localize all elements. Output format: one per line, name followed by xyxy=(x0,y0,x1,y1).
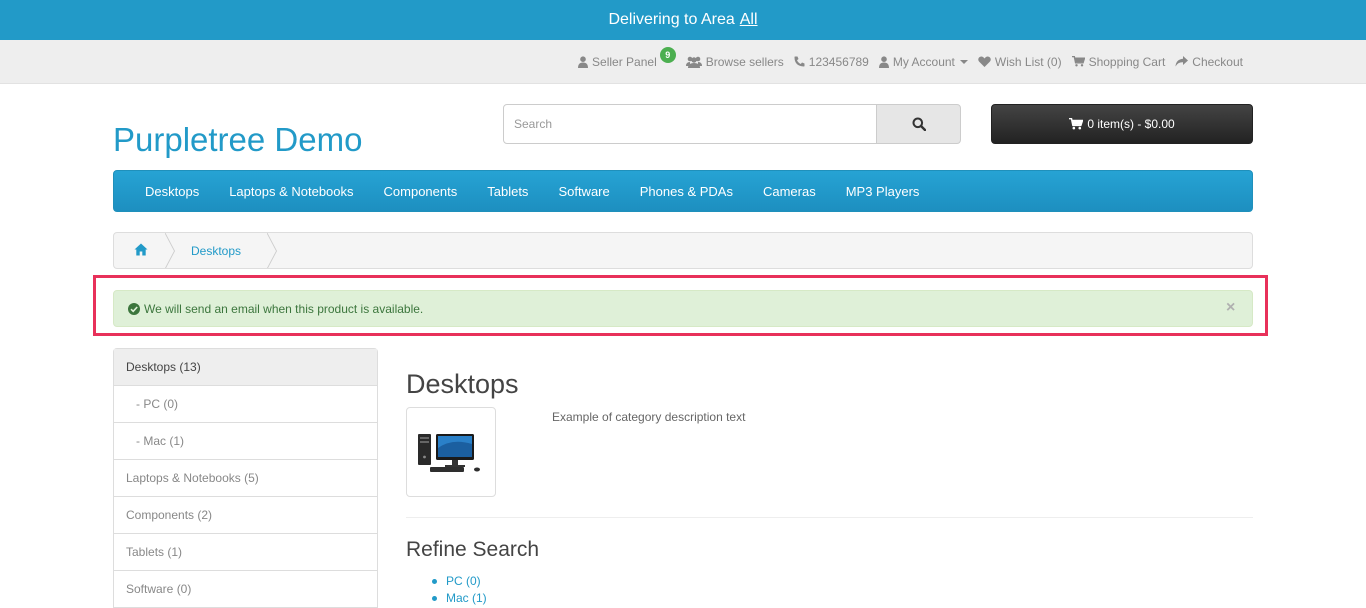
main-menu: Desktops Laptops & Notebooks Components … xyxy=(113,170,1253,212)
menu-item-phones-pdas[interactable]: Phones & PDAs xyxy=(625,184,748,199)
sidebar-item-tablets[interactable]: Tablets (1) xyxy=(114,534,377,571)
category-sidebar: Desktops (13) - PC (0) - Mac (1) Laptops… xyxy=(113,348,378,608)
menu-item-laptops-notebooks[interactable]: Laptops & Notebooks xyxy=(214,184,368,199)
menu-item-tablets[interactable]: Tablets xyxy=(472,184,543,199)
user-icon xyxy=(878,55,889,68)
highlight-box xyxy=(93,275,1268,336)
browse-sellers-label: Browse sellers xyxy=(705,54,784,69)
menu-item-mp3-players[interactable]: MP3 Players xyxy=(831,184,935,199)
seller-panel-badge: 9 xyxy=(659,46,676,63)
heart-icon xyxy=(978,56,991,67)
wish-list-label: Wish List (0) xyxy=(994,54,1062,69)
checkout-link[interactable]: Checkout xyxy=(1175,55,1243,69)
category-thumbnail xyxy=(406,407,496,497)
cart-total-label: 0 item(s) - $0.00 xyxy=(1087,117,1175,131)
menu-item-cameras[interactable]: Cameras xyxy=(748,184,831,199)
refine-search-list: PC (0) Mac (1) xyxy=(430,573,487,607)
phone-link[interactable]: 123456789 xyxy=(794,55,869,69)
sidebar-item-desktops[interactable]: Desktops (13) xyxy=(114,349,377,386)
menu-item-components[interactable]: Components xyxy=(369,184,473,199)
breadcrumb-desktops[interactable]: Desktops xyxy=(191,244,241,258)
cart-icon xyxy=(1071,56,1085,67)
phone-number: 123456789 xyxy=(808,54,869,69)
breadcrumb: Desktops xyxy=(113,232,1253,269)
seller-panel-link[interactable]: Seller Panel 9 xyxy=(578,46,676,70)
category-description: Example of category description text xyxy=(552,410,746,424)
delivery-label: Delivering to Area xyxy=(608,11,735,28)
sidebar-item-pc[interactable]: - PC (0) xyxy=(114,386,377,423)
shopping-cart-label: Shopping Cart xyxy=(1088,54,1166,69)
my-account-label: My Account xyxy=(892,54,955,69)
delivery-area-link[interactable]: All xyxy=(740,11,758,29)
checkout-label: Checkout xyxy=(1192,54,1243,69)
top-nav: Seller Panel 9 Browse sellers 123456789 … xyxy=(568,40,1243,83)
sidebar-item-components[interactable]: Components (2) xyxy=(114,497,377,534)
menu-item-software[interactable]: Software xyxy=(543,184,624,199)
sidebar-item-laptops-notebooks[interactable]: Laptops & Notebooks (5) xyxy=(114,460,377,497)
wish-list-link[interactable]: Wish List (0) xyxy=(978,55,1062,69)
my-account-dropdown[interactable]: My Account xyxy=(878,54,968,69)
seller-panel-label: Seller Panel xyxy=(592,54,657,69)
category-title: Desktops xyxy=(406,369,519,399)
user-icon xyxy=(578,55,589,68)
breadcrumb-separator xyxy=(164,233,175,268)
site-logo[interactable]: Purpletree Demo xyxy=(113,120,362,160)
sidebar-item-software[interactable]: Software (0) xyxy=(114,571,377,608)
refine-link-mac[interactable]: Mac (1) xyxy=(430,590,487,607)
content-divider xyxy=(406,517,1253,518)
refine-link-pc[interactable]: PC (0) xyxy=(430,573,487,590)
delivery-banner: Delivering to Area All xyxy=(0,0,1366,40)
share-icon xyxy=(1175,56,1189,67)
shopping-cart-link[interactable]: Shopping Cart xyxy=(1071,54,1166,69)
sidebar-item-mac[interactable]: - Mac (1) xyxy=(114,423,377,460)
users-icon xyxy=(685,56,702,68)
refine-search-heading: Refine Search xyxy=(406,538,540,561)
cart-button[interactable]: 0 item(s) - $0.00 xyxy=(991,104,1253,144)
chevron-down-icon xyxy=(959,59,968,64)
desktop-computer-image xyxy=(418,434,480,472)
cart-icon xyxy=(1069,118,1084,130)
browse-sellers-link[interactable]: Browse sellers xyxy=(685,54,784,69)
top-bar: Seller Panel 9 Browse sellers 123456789 … xyxy=(0,40,1366,84)
breadcrumb-separator xyxy=(266,233,277,268)
search-button[interactable] xyxy=(876,104,961,144)
search-icon xyxy=(912,117,926,131)
phone-icon xyxy=(794,56,805,67)
home-icon[interactable] xyxy=(134,243,148,259)
search-input[interactable] xyxy=(503,104,879,144)
menu-item-desktops[interactable]: Desktops xyxy=(130,184,214,199)
